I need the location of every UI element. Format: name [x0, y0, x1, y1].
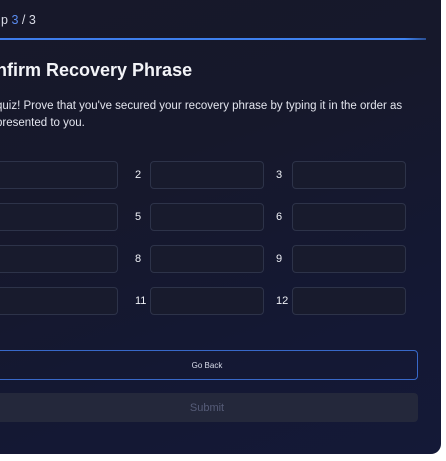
word-number: 8 — [135, 253, 142, 265]
word-input[interactable] — [292, 161, 406, 189]
step-separator: / — [18, 13, 29, 27]
word-input[interactable] — [0, 203, 118, 231]
word-input[interactable] — [0, 245, 118, 273]
word-input[interactable] — [150, 245, 264, 273]
word-number: 3 — [276, 169, 283, 181]
word-number: 5 — [135, 211, 142, 223]
word-input[interactable] — [0, 287, 118, 315]
step-prefix: p — [1, 13, 8, 27]
recovery-quiz-panel: p 3 / 3 nfirm Recovery Phrase quiz! Prov… — [0, 0, 441, 454]
word-input[interactable] — [150, 287, 264, 315]
page-description: quiz! Prove that you've secured your rec… — [0, 100, 403, 129]
word-number: 9 — [276, 253, 283, 265]
word-input[interactable] — [150, 203, 264, 231]
progress-fill — [0, 38, 426, 40]
word-input[interactable] — [292, 245, 406, 273]
step-indicator: p 3 / 3 — [1, 13, 36, 27]
word-input[interactable] — [292, 203, 406, 231]
page-title: nfirm Recovery Phrase — [0, 60, 193, 80]
word-input[interactable] — [150, 161, 264, 189]
progress-bar — [0, 38, 426, 40]
word-input[interactable] — [292, 287, 406, 315]
word-number: 6 — [276, 211, 283, 223]
go-back-button[interactable]: Go Back — [0, 350, 418, 380]
word-number: 11 — [135, 295, 147, 307]
submit-button[interactable]: Submit — [0, 393, 418, 422]
word-input[interactable] — [0, 161, 118, 189]
screen: p 3 / 3 nfirm Recovery Phrase quiz! Prov… — [0, 0, 446, 461]
step-total: 3 — [28, 13, 36, 27]
word-number: 12 — [276, 295, 289, 307]
word-number: 2 — [135, 169, 142, 181]
